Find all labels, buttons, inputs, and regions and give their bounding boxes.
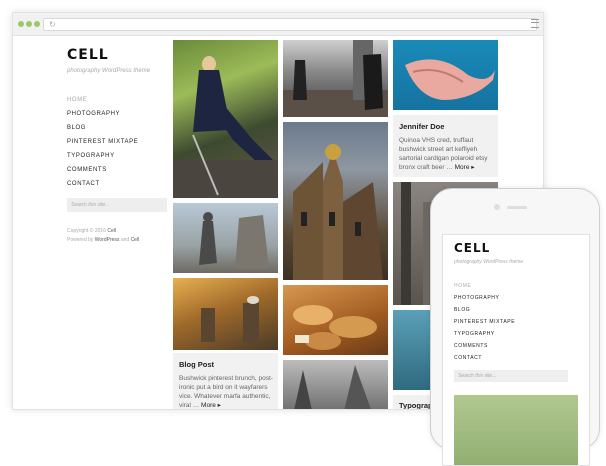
nav-item-comments[interactable]: COMMENTS xyxy=(454,340,515,352)
phone-photo-tile[interactable] xyxy=(454,395,578,465)
reload-icon[interactable]: ↻ xyxy=(49,20,56,29)
post-title[interactable]: Typograp xyxy=(399,401,433,409)
photo-tile-birds[interactable] xyxy=(173,278,278,350)
window-control-dot[interactable] xyxy=(34,21,40,27)
nav-item-blog[interactable]: BLOG xyxy=(67,121,138,135)
phone-camera xyxy=(494,204,500,210)
address-bar[interactable]: ↻ xyxy=(43,18,537,31)
post-title[interactable]: Blog Post xyxy=(179,360,214,369)
phone-mockup: CELL photography WordPress theme HOME PHO… xyxy=(430,188,600,466)
post-title[interactable]: Jennifer Doe xyxy=(399,122,444,131)
footer-credits: Copyright © 2016 Cell Powered by WordPre… xyxy=(67,228,140,243)
nav-item-blog[interactable]: BLOG xyxy=(454,304,515,316)
nav-item-pinterest-mixtape[interactable]: PINTEREST MIXTAPE xyxy=(67,135,138,149)
browser-toolbar: ↻ xyxy=(13,13,543,36)
photo-tile-statues[interactable] xyxy=(173,203,278,273)
phone-speaker xyxy=(507,206,527,209)
phone-screen: CELL photography WordPress theme HOME PHO… xyxy=(442,234,590,466)
photo-street-image xyxy=(283,40,388,117)
more-link[interactable]: More ▸ xyxy=(201,402,221,409)
photo-tile-stingray[interactable] xyxy=(393,40,498,110)
photo-bread-image xyxy=(293,305,377,350)
photo-cathedral-image xyxy=(293,144,383,280)
photo-birds-image xyxy=(201,296,259,343)
window-control-dot[interactable] xyxy=(18,21,24,27)
photo-tile-street[interactable] xyxy=(283,40,388,117)
photo-tile-cathedral[interactable] xyxy=(283,122,388,280)
nav-item-home[interactable]: HOME xyxy=(454,280,515,292)
phone-search-input[interactable]: Search this site... xyxy=(454,370,568,382)
phone-site-tagline: photography WordPress theme xyxy=(454,259,524,265)
nav-item-typography[interactable]: TYPOGRAPHY xyxy=(454,328,515,340)
more-link[interactable]: More ▸ xyxy=(455,164,475,171)
hamburger-menu-icon[interactable] xyxy=(531,19,539,28)
nav-item-pinterest-mixtape[interactable]: PINTEREST MIXTAPE xyxy=(454,316,515,328)
photo-tile-gargoyles[interactable] xyxy=(283,360,388,409)
nav-item-contact[interactable]: CONTACT xyxy=(454,352,515,364)
photo-tile-bread[interactable] xyxy=(283,285,388,355)
nav-item-typography[interactable]: TYPOGRAPHY xyxy=(67,149,138,163)
post-card-blog[interactable]: Blog Post Bushwick pinterest brunch, pos… xyxy=(173,353,278,409)
nav-item-photography[interactable]: PHOTOGRAPHY xyxy=(67,107,138,121)
search-input[interactable]: Search this site... xyxy=(67,198,167,212)
phone-site-logo[interactable]: CELL xyxy=(454,241,490,255)
nav-item-contact[interactable]: CONTACT xyxy=(67,177,138,191)
site-tagline: photography WordPress theme xyxy=(67,68,151,74)
photo-gargoyles-image xyxy=(294,365,371,409)
site-logo[interactable]: CELL xyxy=(67,47,109,63)
photo-stingray-image xyxy=(405,59,495,100)
main-navigation: HOME PHOTOGRAPHY BLOG PINTEREST MIXTAPE TYPO… xyxy=(67,93,138,191)
post-excerpt: Bushwick pinterest brunch, post-ironic p… xyxy=(179,375,273,409)
wordpress-link[interactable]: WordPress xyxy=(95,237,120,243)
nav-item-comments[interactable]: COMMENTS xyxy=(67,163,138,177)
post-excerpt: Quinoa VHS cred, truffaut bushwick stree… xyxy=(399,137,488,171)
phone-navigation: HOME PHOTOGRAPHY BLOG PINTEREST MIXTAPE TYPO… xyxy=(454,280,515,364)
photo-sword-girl-image xyxy=(173,56,278,198)
nav-item-home[interactable]: HOME xyxy=(67,93,138,107)
post-card-jennifer[interactable]: Jennifer Doe Quinoa VHS cred, truffaut b… xyxy=(393,115,498,177)
window-control-dot[interactable] xyxy=(26,21,32,27)
photo-tile-sword-girl[interactable] xyxy=(173,40,278,198)
photo-statues-image xyxy=(199,212,269,269)
theme-link[interactable]: Cell xyxy=(131,237,140,243)
copyright-link[interactable]: Cell xyxy=(107,228,116,234)
nav-item-photography[interactable]: PHOTOGRAPHY xyxy=(454,292,515,304)
